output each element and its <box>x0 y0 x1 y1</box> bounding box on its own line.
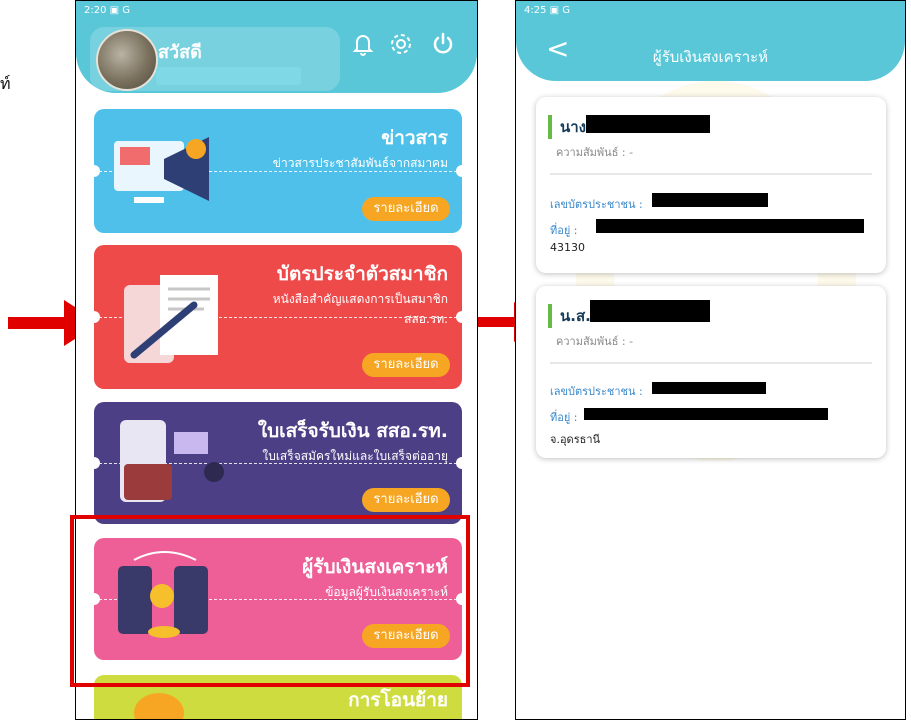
highlight-box <box>70 515 470 687</box>
id-label: เลขบัตรประชาชน : <box>550 198 643 211</box>
card-notch <box>456 165 462 177</box>
card-member-subtitle: หนังสือสำคัญแสดงการเป็นสมาชิก สสอ.รท. <box>272 292 448 326</box>
redacted-name <box>586 115 710 133</box>
beneficiary-card[interactable]: น.ส. ความสัมพันธ์ : - เลขบัตรประชาชน : ท… <box>536 286 886 458</box>
card-notch <box>456 311 462 323</box>
card-transfer-illustration <box>134 693 184 719</box>
beneficiary-name: น.ส. <box>548 304 591 328</box>
divider <box>550 362 872 364</box>
redacted-id <box>652 193 768 207</box>
card-receipt[interactable]: ใบเสร็จรับเงิน สสอ.รท. ใบเสร็จสมัครใหม่แ… <box>94 402 462 524</box>
address-tail: จ.อุดรธานี <box>550 433 601 446</box>
redacted-id <box>652 382 766 394</box>
megaphone-icon <box>114 137 209 203</box>
status-bar: 2:20 ▣ G <box>84 5 131 16</box>
card-notch <box>94 311 100 323</box>
card-member-detail-button[interactable]: รายละเอียด <box>362 353 450 377</box>
card-news-subtitle: ข่าวสารประชาสัมพันธ์จากสมาคม <box>272 156 448 170</box>
card-notch <box>94 165 100 177</box>
address-tail: 43130 <box>550 241 585 254</box>
card-news-detail-button[interactable]: รายละเอียด <box>362 197 450 221</box>
card-news[interactable]: ข่าวสาร ข่าวสารประชาสัมพันธ์จากสมาคม ราย… <box>94 109 462 233</box>
document-pen-icon <box>124 275 218 363</box>
card-transfer-title: การโอนย้าย <box>348 689 448 711</box>
beneficiary-card[interactable]: นาง ความสัมพันธ์ : - เลขบัตรประชาชน : ที… <box>536 97 886 273</box>
card-receipt-detail-button[interactable]: รายละเอียด <box>362 488 450 512</box>
card-notch <box>456 457 462 469</box>
bell-icon[interactable] <box>350 31 376 57</box>
address-label: ที่อยู่ : <box>550 224 578 237</box>
redacted-address <box>584 408 828 420</box>
status-bar: 4:25 ▣ G <box>524 5 571 16</box>
card-news-title: ข่าวสาร <box>381 127 448 149</box>
page-title: ผู้รับเงินสงเคราะห์ <box>652 48 769 66</box>
avatar[interactable] <box>96 29 158 91</box>
redacted-address <box>596 219 864 233</box>
gear-icon[interactable] <box>388 31 414 57</box>
card-member[interactable]: บัตรประจำตัวสมาชิก หนังสือสำคัญแสดงการเป… <box>94 245 462 389</box>
wallet-phone-icon <box>120 420 224 502</box>
relation-text: ความสัมพันธ์ : - <box>556 146 634 159</box>
beneficiary-name: นาง <box>548 115 586 139</box>
beneficiary-screen: 4:25 ▣ G < ผู้รับเงินสงเคราะห์ นาง ความส… <box>515 0 906 720</box>
card-member-title: บัตรประจำตัวสมาชิก <box>276 263 448 285</box>
address-label: ที่อยู่ : <box>550 411 578 424</box>
id-label: เลขบัตรประชาชน : <box>550 385 643 398</box>
card-notch <box>94 457 100 469</box>
caption-text: ท์ <box>0 74 11 93</box>
user-name-placeholder <box>156 67 301 85</box>
redacted-name <box>590 300 710 322</box>
card-receipt-subtitle: ใบเสร็จสมัครใหม่และใบเสร็จต่ออายุ <box>262 449 448 463</box>
card-receipt-title: ใบเสร็จรับเงิน สสอ.รท. <box>257 420 448 442</box>
relation-text: ความสัมพันธ์ : - <box>556 335 634 348</box>
power-icon[interactable] <box>430 31 456 57</box>
divider <box>550 173 872 175</box>
greeting-text: สวัสดี <box>158 42 202 63</box>
